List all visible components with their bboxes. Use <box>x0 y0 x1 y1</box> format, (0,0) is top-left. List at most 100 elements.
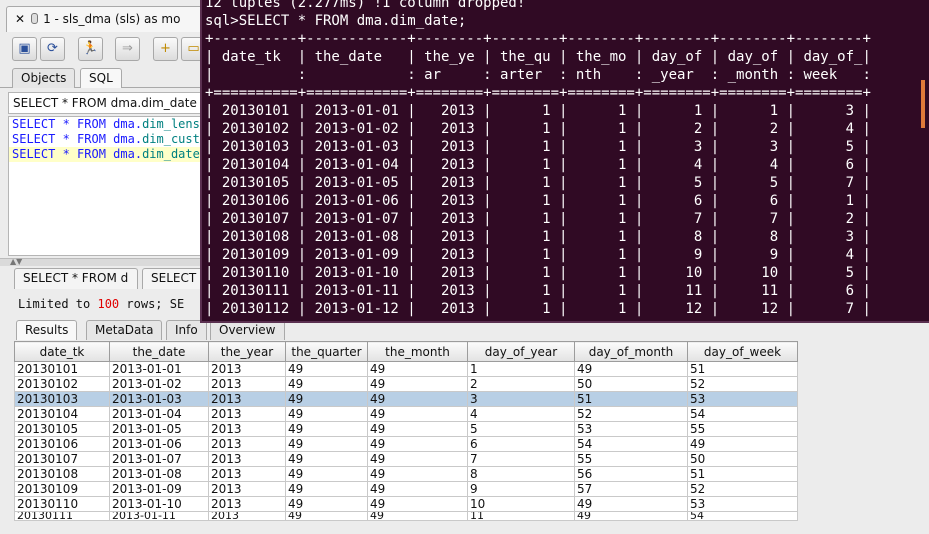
table-cell[interactable]: 8 <box>467 466 575 482</box>
tab-objects[interactable]: Objects <box>12 68 76 88</box>
table-cell[interactable]: 49 <box>285 496 368 512</box>
table-row[interactable]: 20130111 2013-01-11 2013 49 49 11 49 54 <box>14 511 798 521</box>
table-cell[interactable]: 10 <box>467 496 575 512</box>
column-header[interactable]: the_month <box>367 341 468 362</box>
table-cell[interactable]: 2013 <box>208 511 286 521</box>
table-cell[interactable]: 20130105 <box>14 421 110 437</box>
table-cell[interactable]: 49 <box>367 466 468 482</box>
table-cell[interactable]: 49 <box>285 406 368 422</box>
table-cell[interactable]: 49 <box>687 436 798 452</box>
table-cell[interactable]: 52 <box>687 376 798 392</box>
new-file-icon[interactable]: + <box>153 37 178 61</box>
table-cell[interactable]: 2013-01-07 <box>109 451 209 467</box>
table-cell[interactable]: 49 <box>367 391 468 407</box>
table-cell[interactable]: 2013-01-11 <box>109 511 209 521</box>
table-cell[interactable]: 50 <box>574 376 688 392</box>
editor-line[interactable]: SELECT * FROM dma.dim_custo <box>9 132 207 147</box>
tab-results[interactable]: Results <box>16 320 78 340</box>
table-cell[interactable]: 20130110 <box>14 496 110 512</box>
table-cell[interactable]: 49 <box>574 496 688 512</box>
table-row[interactable]: 20130103 2013-01-03 2013 49 49 3 51 53 <box>14 391 798 407</box>
table-cell[interactable]: 57 <box>574 481 688 497</box>
tab-info[interactable]: Info <box>166 320 207 340</box>
table-cell[interactable]: 20130103 <box>14 391 110 407</box>
table-cell[interactable]: 2013 <box>208 496 286 512</box>
column-header[interactable]: the_date <box>109 341 209 362</box>
table-cell[interactable]: 4 <box>467 406 575 422</box>
table-cell[interactable]: 2 <box>467 376 575 392</box>
column-header[interactable]: the_year <box>208 341 286 362</box>
table-row[interactable]: 20130104 2013-01-04 2013 49 49 4 52 54 <box>14 406 798 422</box>
table-cell[interactable]: 52 <box>687 481 798 497</box>
table-cell[interactable]: 20130106 <box>14 436 110 452</box>
table-cell[interactable]: 49 <box>367 496 468 512</box>
column-header[interactable]: day_of_week <box>687 341 798 362</box>
table-cell[interactable]: 20130109 <box>14 481 110 497</box>
table-cell[interactable]: 1 <box>467 361 575 377</box>
table-cell[interactable]: 49 <box>367 511 468 521</box>
table-cell[interactable]: 2013-01-01 <box>109 361 209 377</box>
table-cell[interactable]: 2013-01-09 <box>109 481 209 497</box>
table-cell[interactable]: 3 <box>467 391 575 407</box>
table-cell[interactable]: 2013 <box>208 376 286 392</box>
table-cell[interactable]: 51 <box>687 361 798 377</box>
table-cell[interactable]: 55 <box>687 421 798 437</box>
table-cell[interactable]: 53 <box>574 421 688 437</box>
table-cell[interactable]: 51 <box>687 466 798 482</box>
tab-sql[interactable]: SQL <box>80 68 122 88</box>
table-row[interactable]: 20130106 2013-01-06 2013 49 49 6 54 49 <box>14 436 798 452</box>
table-row[interactable]: 20130110 2013-01-10 2013 49 49 10 49 53 <box>14 496 798 512</box>
table-cell[interactable]: 20130111 <box>14 511 110 521</box>
table-cell[interactable]: 49 <box>285 451 368 467</box>
table-cell[interactable]: 49 <box>285 376 368 392</box>
table-cell[interactable]: 53 <box>687 496 798 512</box>
table-cell[interactable]: 50 <box>687 451 798 467</box>
terminal-window[interactable]: 12 tuples (2.277ms) !1 column dropped! sq… <box>200 0 929 323</box>
table-cell[interactable]: 55 <box>574 451 688 467</box>
sql-editor[interactable]: SELECT * FROM dma.dim_lens; SELECT * FROM… <box>8 116 208 256</box>
table-cell[interactable]: 20130107 <box>14 451 110 467</box>
query-history-field[interactable]: SELECT * FROM dma.dim_date <box>8 92 208 114</box>
editor-line[interactable]: SELECT * FROM dma.dim_date; <box>9 147 207 162</box>
table-cell[interactable]: 2013 <box>208 421 286 437</box>
table-cell[interactable]: 49 <box>367 406 468 422</box>
tab-overview[interactable]: Overview <box>210 320 285 340</box>
table-cell[interactable]: 49 <box>285 436 368 452</box>
column-header[interactable]: date_tk <box>14 341 110 362</box>
table-cell[interactable]: 2013 <box>208 361 286 377</box>
table-row[interactable]: 20130108 2013-01-08 2013 49 49 8 56 51 <box>14 466 798 482</box>
table-cell[interactable]: 49 <box>285 511 368 521</box>
table-cell[interactable]: 49 <box>367 376 468 392</box>
table-cell[interactable]: 6 <box>467 436 575 452</box>
table-cell[interactable]: 49 <box>367 436 468 452</box>
table-cell[interactable]: 2013-01-04 <box>109 406 209 422</box>
splitter-handle[interactable]: ▲▼ <box>0 258 210 266</box>
table-cell[interactable]: 54 <box>687 406 798 422</box>
table-cell[interactable]: 49 <box>367 361 468 377</box>
table-cell[interactable]: 49 <box>367 481 468 497</box>
save-icon[interactable]: ▣ <box>12 37 37 61</box>
close-icon[interactable]: ✕ <box>15 12 25 26</box>
table-cell[interactable]: 20130101 <box>14 361 110 377</box>
table-cell[interactable]: 2013 <box>208 451 286 467</box>
table-cell[interactable]: 54 <box>574 436 688 452</box>
table-cell[interactable]: 2013 <box>208 391 286 407</box>
table-cell[interactable]: 2013 <box>208 406 286 422</box>
table-cell[interactable]: 5 <box>467 421 575 437</box>
terminal-scrollbar[interactable] <box>921 80 925 128</box>
column-header[interactable]: day_of_year <box>467 341 575 362</box>
table-cell[interactable]: 49 <box>367 421 468 437</box>
tab-metadata[interactable]: MetaData <box>86 320 163 340</box>
table-cell[interactable]: 49 <box>285 361 368 377</box>
table-cell[interactable]: 49 <box>285 466 368 482</box>
table-row[interactable]: 20130102 2013-01-02 2013 49 49 2 50 52 <box>14 376 798 392</box>
column-header[interactable]: day_of_month <box>574 341 688 362</box>
table-cell[interactable]: 2013-01-03 <box>109 391 209 407</box>
table-row[interactable]: 20130105 2013-01-05 2013 49 49 5 53 55 <box>14 421 798 437</box>
run-icon[interactable]: 🏃 <box>78 37 103 61</box>
column-header[interactable]: the_quarter <box>285 341 368 362</box>
result-tab-1[interactable]: SELECT * FROM d <box>14 268 138 289</box>
table-cell[interactable]: 20130108 <box>14 466 110 482</box>
table-cell[interactable]: 9 <box>467 481 575 497</box>
table-cell[interactable]: 52 <box>574 406 688 422</box>
